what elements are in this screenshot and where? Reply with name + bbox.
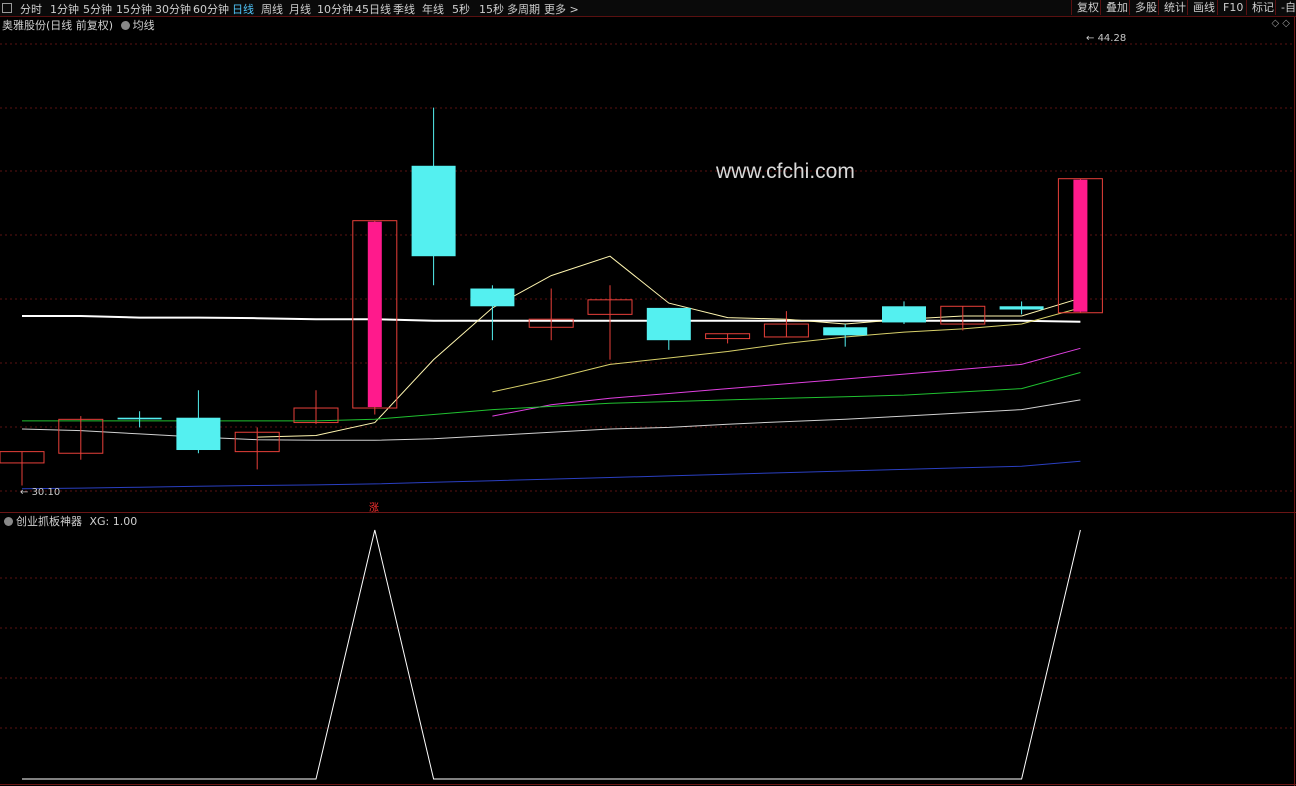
low-price-label: ← 30.10 [20,487,61,498]
sub-indicator-name[interactable]: 创业抓板神器 [16,515,82,528]
watermark: www.cfchi.com [716,160,855,183]
ma-line-6 [21,460,1081,490]
xg-signal-line [22,529,1081,780]
limit-up-bar [367,221,382,408]
limit-up-bar [1073,179,1088,312]
low-price-value: 30.10 [31,487,61,498]
high-price-label: ← 44.28 [1086,33,1127,44]
candle-body [176,417,221,451]
limit-up-signal: 涨 [369,503,379,514]
sub-indicator-value: XG: 1.00 [89,515,138,528]
candle-body [411,165,456,257]
sub-chart-title: 创业抓板神器 XG: 1.00 [0,513,137,529]
candle-body [117,417,162,420]
high-price-value: 44.28 [1097,33,1127,44]
candle-body [882,306,926,323]
candle-body [470,288,515,307]
sub-indicator-settings-icon[interactable] [4,517,13,526]
candle-body [999,306,1044,310]
candle-body [646,307,691,341]
ma-line-3 [492,347,1081,417]
candlestick-chart[interactable] [0,0,1296,786]
candle-body [823,327,868,336]
ma-line-4 [22,372,1081,422]
